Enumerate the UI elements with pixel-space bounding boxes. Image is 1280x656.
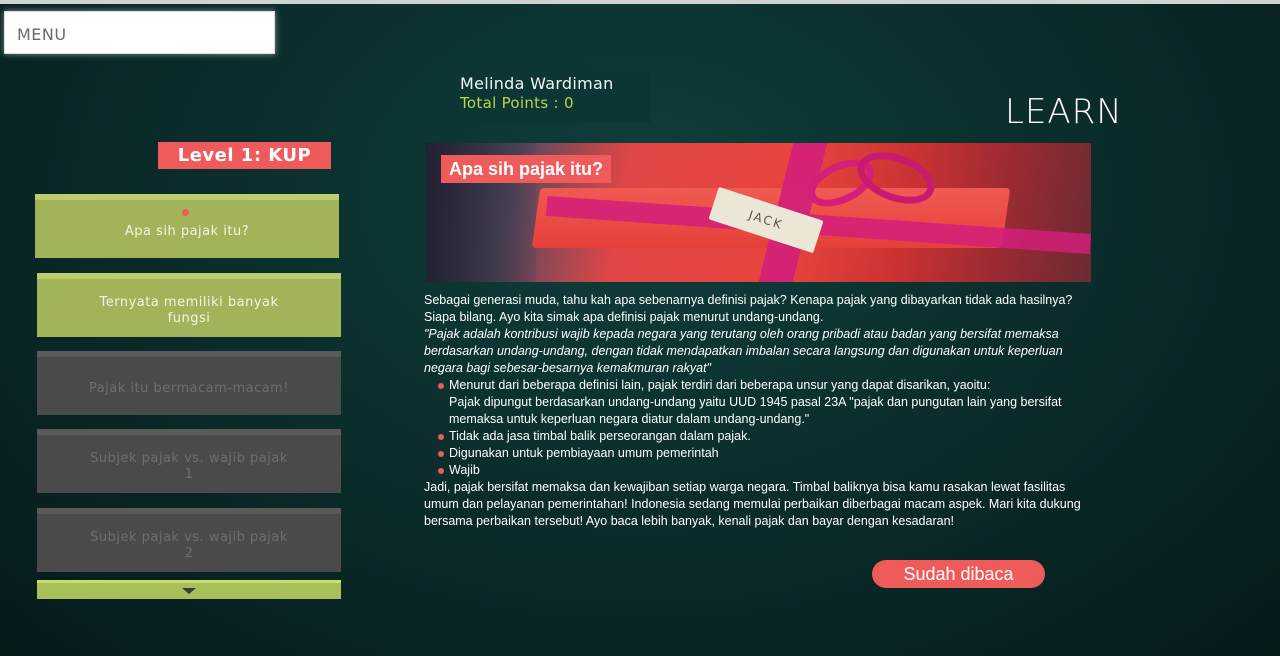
- list-item: Tidak ada jasa timbal balik perseorangan…: [424, 428, 1084, 445]
- mark-as-read-button[interactable]: Sudah dibaca: [872, 560, 1045, 588]
- bullet-text: Tidak ada jasa timbal balik perseorangan…: [449, 429, 751, 443]
- lesson-item-1[interactable]: Apa sih pajak itu?: [35, 194, 339, 258]
- bullet-subtext: Pajak dipungut berdasarkan undang-undang…: [449, 395, 1062, 426]
- lesson-hero-image: JACK Apa sih pajak itu?: [426, 143, 1091, 282]
- list-item: Digunakan untuk pembiayaan umum pemerint…: [424, 445, 1084, 462]
- article-closing: Jadi, pajak bersifat memaksa dan kewajib…: [424, 480, 1081, 528]
- page-title: LEARN: [1005, 92, 1123, 132]
- lesson-article: Sebagai generasi muda, tahu kah apa sebe…: [424, 292, 1084, 530]
- lesson-scroll-down-button[interactable]: [37, 580, 341, 599]
- user-card: Melinda Wardiman Total Points : 0: [450, 71, 650, 123]
- lesson-item-2[interactable]: Ternyata memiliki banyak fungsi: [37, 273, 341, 337]
- lesson-label: Pajak itu bermacam-macam!: [88, 381, 290, 396]
- article-intro: Sebagai generasi muda, tahu kah apa sebe…: [424, 293, 1073, 324]
- lesson-label: Subjek pajak vs. wajib pajak 2: [90, 530, 288, 561]
- lesson-item-5[interactable]: Subjek pajak vs. wajib pajak 2: [37, 508, 341, 572]
- menu-label: MENU: [17, 25, 67, 44]
- user-name: Melinda Wardiman: [460, 74, 614, 93]
- bullet-text: Menurut dari beberapa definisi lain, paj…: [449, 378, 991, 392]
- current-lesson-indicator: [182, 209, 189, 216]
- lesson-title: Apa sih pajak itu?: [441, 155, 612, 183]
- menu-button[interactable]: MENU: [4, 11, 275, 54]
- bullet-text: Digunakan untuk pembiayaan umum pemerint…: [449, 446, 719, 460]
- article-quote: "Pajak adalah kontribusi wajib kepada ne…: [424, 327, 1063, 375]
- lesson-item-4[interactable]: Subjek pajak vs. wajib pajak 1: [37, 429, 341, 493]
- list-item: Menurut dari beberapa definisi lain, paj…: [424, 377, 1084, 428]
- level-badge: Level 1: KUP: [158, 142, 331, 169]
- chevron-down-icon: [182, 588, 196, 594]
- lesson-label: Subjek pajak vs. wajib pajak 1: [90, 451, 288, 482]
- list-item: Wajib: [424, 462, 1084, 479]
- lesson-label: Apa sih pajak itu?: [124, 224, 250, 239]
- browser-top-border: [0, 0, 1280, 4]
- bullet-text: Wajib: [449, 463, 480, 477]
- user-points: Total Points : 0: [460, 94, 574, 112]
- lesson-item-3[interactable]: Pajak itu bermacam-macam!: [37, 351, 341, 415]
- lesson-label: Ternyata memiliki banyak fungsi: [99, 295, 279, 326]
- article-bullet-list: Menurut dari beberapa definisi lain, paj…: [424, 377, 1084, 479]
